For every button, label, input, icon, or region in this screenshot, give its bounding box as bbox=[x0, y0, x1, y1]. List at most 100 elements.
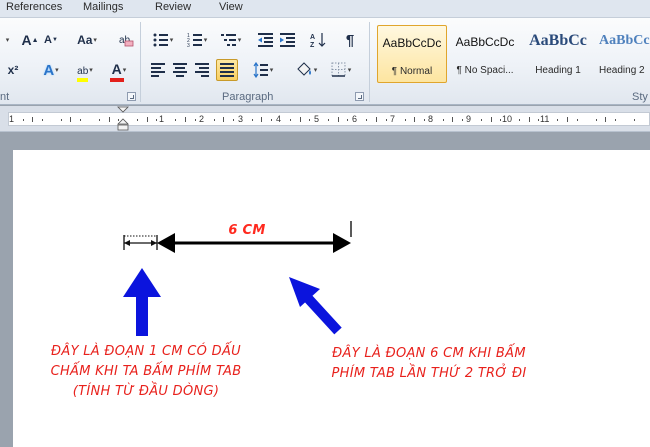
ruler-tick bbox=[576, 119, 578, 121]
ruler-tick bbox=[347, 119, 349, 121]
font-color-button[interactable]: A ▾ bbox=[104, 60, 134, 82]
styles-gallery: AaBbCcDc ¶ Normal AaBbCcDc ¶ No Spaci...… bbox=[374, 25, 650, 87]
ruler-tick bbox=[32, 117, 34, 122]
ruler-tick bbox=[452, 117, 454, 122]
decrease-indent-icon bbox=[258, 33, 273, 47]
ruler-tick bbox=[385, 119, 387, 121]
align-center-button[interactable] bbox=[170, 60, 190, 80]
align-left-icon bbox=[151, 61, 165, 79]
ruler-number: 5 bbox=[314, 114, 320, 124]
tab-view[interactable]: View bbox=[219, 1, 243, 13]
ruler-track: 1 1 2 3 4 5 6 7 8 9 10 11 bbox=[8, 112, 650, 126]
ruler-tick bbox=[375, 117, 377, 122]
ruler-number: 8 bbox=[428, 114, 434, 124]
clear-formatting-button[interactable]: ab bbox=[116, 30, 136, 50]
ruler-tick bbox=[41, 119, 43, 121]
ruler-tick bbox=[328, 119, 330, 121]
ruler-tick bbox=[481, 119, 482, 121]
annotation-line: ĐÂY LÀ ĐOẠN 6 CM KHI BẤM bbox=[332, 346, 526, 361]
multilevel-list-icon bbox=[220, 34, 236, 46]
left-annotation: ĐÂY LÀ ĐOẠN 1 CM CÓ DẤU CHẤM KHI TA BẤM … bbox=[21, 342, 271, 402]
superscript-button[interactable]: x² bbox=[0, 60, 26, 80]
tab-references[interactable]: References bbox=[6, 1, 62, 13]
bullets-button[interactable]: ▾ bbox=[148, 30, 178, 50]
style-label: Heading 2 bbox=[599, 65, 645, 76]
highlight-color-bar bbox=[77, 78, 89, 82]
ruler-tick bbox=[595, 119, 597, 121]
ruler-tick bbox=[299, 117, 301, 122]
bullets-icon bbox=[153, 33, 168, 47]
align-right-icon bbox=[195, 61, 209, 79]
ruler-tick bbox=[500, 119, 502, 121]
increase-indent-button[interactable] bbox=[278, 30, 298, 50]
ruler-tick bbox=[290, 119, 291, 121]
grow-font-button[interactable]: A ▲ bbox=[20, 30, 40, 50]
change-case-button[interactable]: Aa ▾ bbox=[74, 30, 100, 50]
ruler-tick bbox=[538, 119, 540, 121]
numbering-icon: 1 2 3 bbox=[187, 33, 202, 48]
paragraph-dialog-launcher[interactable] bbox=[355, 92, 364, 101]
ruler-tick bbox=[223, 117, 225, 122]
tab-review[interactable]: Review bbox=[155, 1, 191, 13]
align-left-button[interactable] bbox=[148, 60, 168, 80]
style-normal[interactable]: AaBbCcDc ¶ Normal bbox=[377, 25, 447, 83]
highlight-button[interactable]: ab ▾ bbox=[70, 60, 100, 82]
pilcrow-icon: ¶ bbox=[345, 31, 355, 49]
annotation-line: CHẤM KHI TA BẤM PHÍM TAB bbox=[50, 364, 242, 379]
ruler-tick bbox=[213, 119, 215, 121]
annotation-line: (TÍNH TỪ ĐẦU DÒNG) bbox=[72, 384, 220, 399]
ruler-number: 1 bbox=[159, 114, 165, 124]
ruler-tick bbox=[184, 117, 186, 122]
indent-marker-icon[interactable] bbox=[117, 106, 129, 132]
ruler-number: 10 bbox=[502, 114, 513, 124]
style-heading-2[interactable]: AaBbCc Heading 2 bbox=[596, 25, 650, 83]
ruler-tick bbox=[366, 119, 368, 121]
ruler-tick bbox=[442, 119, 444, 121]
ruler-tick bbox=[557, 119, 559, 121]
ruler-tick bbox=[337, 117, 339, 122]
multilevel-list-button[interactable]: ▾ bbox=[216, 30, 246, 50]
ruler-tick bbox=[490, 117, 492, 122]
document-page[interactable]: 6 CM ĐÂY LÀ ĐOẠN 1 CM CÓ DẤU CHẤM KHI TA… bbox=[13, 150, 650, 447]
style-preview: AaBbCc bbox=[599, 33, 650, 48]
decrease-indent-button[interactable] bbox=[256, 30, 276, 50]
text-effects-button[interactable]: A ▾ bbox=[36, 60, 66, 80]
show-formatting-button[interactable]: ¶ bbox=[340, 30, 360, 50]
font-dialog-launcher[interactable] bbox=[127, 92, 136, 101]
annotation-line: ĐÂY LÀ ĐOẠN 1 CM CÓ DẤU bbox=[51, 344, 241, 359]
horizontal-ruler[interactable]: 1 1 2 3 4 5 6 7 8 9 10 11 bbox=[0, 106, 650, 132]
six-cm-arrow-right bbox=[333, 233, 351, 253]
tab-mailings[interactable]: Mailings bbox=[83, 1, 123, 13]
font-size-dropdown[interactable]: ▾ bbox=[0, 30, 14, 50]
ruler-tick bbox=[232, 119, 234, 121]
ruler-tick bbox=[528, 117, 530, 122]
sort-button[interactable]: A Z bbox=[308, 30, 328, 50]
blue-arrow-up bbox=[123, 268, 161, 336]
shrink-font-button[interactable]: A ▼ bbox=[42, 30, 60, 50]
ruler-tick bbox=[22, 119, 24, 121]
ruler-tick bbox=[137, 119, 139, 121]
borders-icon bbox=[331, 62, 346, 77]
align-right-button[interactable] bbox=[192, 60, 212, 80]
ribbon-tab-bar: References Mailings Review View bbox=[0, 0, 650, 17]
group-divider bbox=[369, 22, 370, 102]
ruler-number: 3 bbox=[238, 114, 244, 124]
justify-button[interactable] bbox=[216, 59, 238, 81]
font-color-bar bbox=[109, 78, 124, 82]
line-spacing-icon bbox=[253, 62, 268, 78]
shading-button[interactable]: ▾ bbox=[290, 60, 322, 80]
ruler-tick bbox=[404, 119, 406, 121]
numbering-button[interactable]: 1 2 3 ▾ bbox=[182, 30, 212, 50]
ruler-tick bbox=[70, 117, 72, 122]
ruler-tick bbox=[423, 119, 425, 121]
ruler-tick bbox=[99, 119, 100, 121]
svg-text:3: 3 bbox=[187, 43, 190, 48]
ruler-tick bbox=[156, 119, 158, 121]
styles-group-label: Sty bbox=[632, 91, 648, 103]
style-no-spacing[interactable]: AaBbCcDc ¶ No Spaci... bbox=[450, 25, 520, 83]
ruler-tick bbox=[519, 119, 521, 121]
borders-button[interactable]: ▾ bbox=[326, 60, 356, 80]
line-spacing-button[interactable]: ▾ bbox=[248, 60, 278, 80]
style-heading-1[interactable]: AaBbCc Heading 1 bbox=[523, 25, 593, 83]
one-cm-arrow-right bbox=[151, 240, 157, 246]
